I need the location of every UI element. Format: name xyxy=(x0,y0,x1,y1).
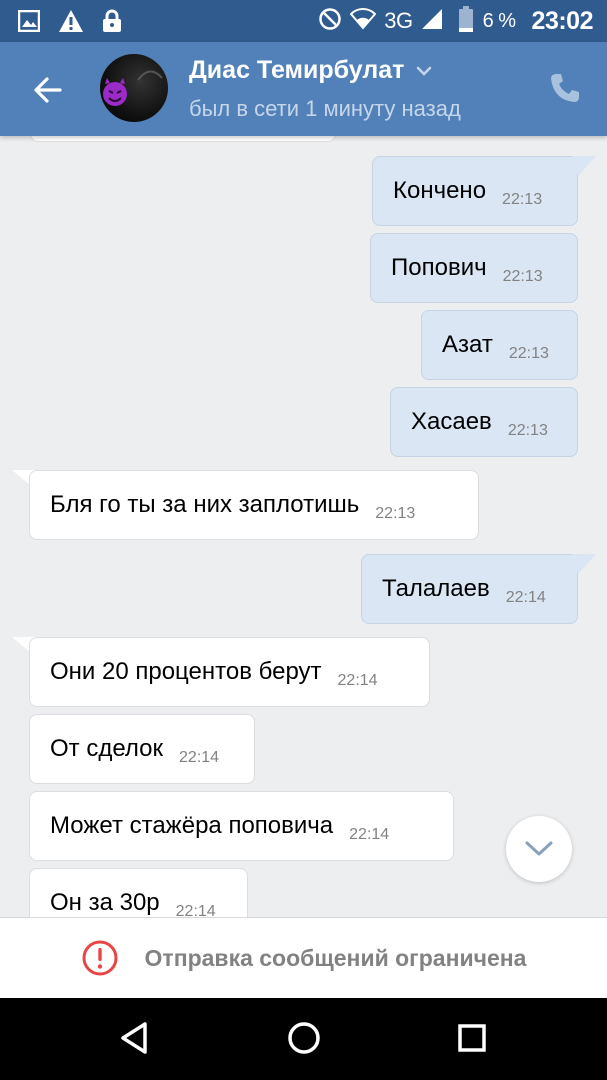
call-button[interactable] xyxy=(545,68,585,108)
message-text: От сделок xyxy=(50,735,164,762)
restriction-text: Отправка сообщений ограничена xyxy=(144,944,527,971)
message-time: 22:14 xyxy=(175,903,216,917)
status-bar: 3G 6 % 23:02 xyxy=(0,0,607,42)
image-icon xyxy=(17,9,41,37)
nav-back-button[interactable] xyxy=(115,1018,155,1058)
message-bubble-partial xyxy=(30,136,336,142)
triangle-back-icon xyxy=(121,1022,147,1054)
message-text: Может стажёра поповича xyxy=(50,812,334,839)
message-text: Хасаев xyxy=(411,408,492,435)
message-text: Попович xyxy=(391,254,487,281)
system-nav-bar xyxy=(0,998,607,1080)
message-text: Кончено xyxy=(393,177,487,204)
chevron-down-icon xyxy=(417,66,432,76)
clock: 23:02 xyxy=(531,6,594,35)
wifi-icon xyxy=(349,7,377,35)
network-type: 3G xyxy=(384,8,413,33)
message-out[interactable]: Кончено 22:13 xyxy=(372,156,578,226)
battery-percent: 6 % xyxy=(482,9,516,32)
arrow-back-icon xyxy=(34,77,62,103)
message-time: 22:14 xyxy=(337,672,378,689)
message-in[interactable]: Он за 30р 22:14 xyxy=(29,868,248,917)
message-text: Азат xyxy=(442,331,493,358)
nav-recents-button[interactable] xyxy=(452,1018,492,1058)
lock-icon xyxy=(102,9,122,38)
circle-home-icon xyxy=(288,1022,320,1054)
message-text: Бля го ты за них заплотишь xyxy=(50,491,360,518)
message-time: 22:13 xyxy=(508,345,549,362)
message-time: 22:13 xyxy=(375,505,416,522)
contact-name[interactable]: Диас Темирбулат xyxy=(189,56,432,85)
scroll-down-button[interactable] xyxy=(506,816,572,882)
message-in[interactable]: От сделок 22:14 xyxy=(29,714,255,784)
message-in[interactable]: Может стажёра поповича 22:14 xyxy=(29,791,454,861)
error-icon xyxy=(82,940,118,976)
message-text: Талалаев xyxy=(382,575,490,602)
bubble-tail xyxy=(572,554,596,574)
avatar[interactable] xyxy=(100,54,168,122)
messaging-restricted-bar: Отправка сообщений ограничена xyxy=(0,917,607,998)
message-in[interactable]: Бля го ты за них заплотишь 22:13 xyxy=(29,470,479,540)
message-out[interactable]: Хасаев 22:13 xyxy=(390,387,578,457)
message-time: 22:13 xyxy=(502,268,543,285)
battery-icon xyxy=(458,5,473,37)
do-not-disturb-icon xyxy=(318,7,342,36)
message-in[interactable]: Они 20 процентов берут 22:14 xyxy=(29,637,430,707)
message-text: Он за 30р xyxy=(50,889,160,916)
message-time: 22:13 xyxy=(502,191,543,208)
message-time: 22:14 xyxy=(505,589,546,606)
warning-icon xyxy=(58,9,84,38)
chevron-down-icon xyxy=(525,841,553,856)
devil-emoji-icon xyxy=(103,70,163,106)
message-time: 22:14 xyxy=(349,826,390,843)
signal-icon xyxy=(421,8,443,35)
nav-home-button[interactable] xyxy=(284,1018,324,1058)
message-text: Они 20 процентов берут xyxy=(50,658,322,685)
chat-header: Диас Темирбулат был в сети 1 минуту наза… xyxy=(0,42,607,136)
bubble-tail xyxy=(572,156,596,176)
square-recents-icon xyxy=(458,1024,486,1052)
phone-icon xyxy=(551,74,579,102)
online-status: был в сети 1 минуту назад xyxy=(189,96,461,121)
message-time: 22:14 xyxy=(179,749,220,766)
message-out[interactable]: Талалаев 22:14 xyxy=(361,554,578,624)
message-time: 22:13 xyxy=(507,422,548,439)
contact-name-label: Диас Темирбулат xyxy=(189,56,405,84)
back-button[interactable] xyxy=(28,70,68,110)
message-out[interactable]: Попович 22:13 xyxy=(370,233,578,303)
message-list[interactable]: Кончено 22:13 Попович 22:13 Азат 22:13 Х… xyxy=(0,136,607,917)
message-out[interactable]: Азат 22:13 xyxy=(421,310,578,380)
